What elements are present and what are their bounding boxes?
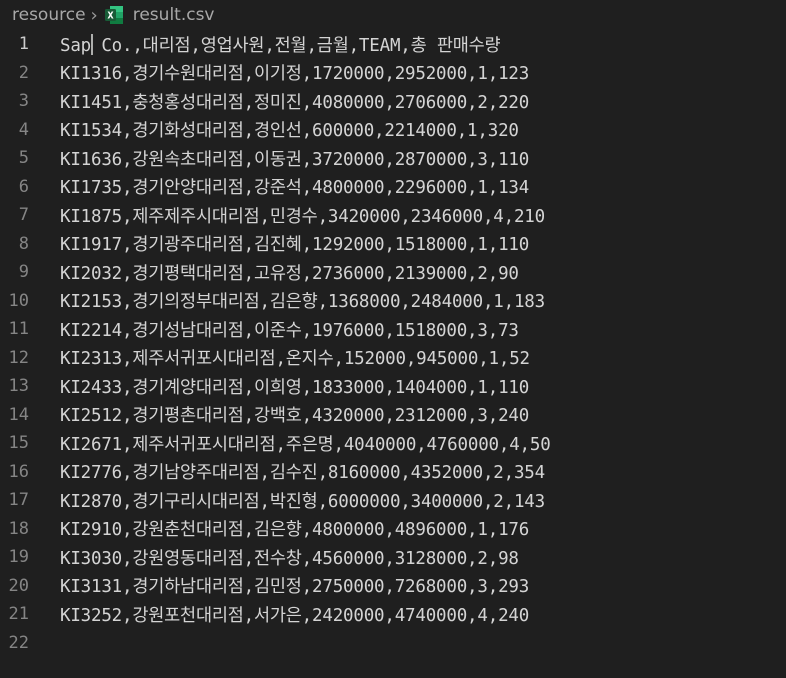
editor-line[interactable]: 19 KI3030,강원영동대리점,전수창,4560000,3128000,2,9…: [0, 543, 786, 572]
line-text[interactable]: KI3252,강원포천대리점,서가은,2420000,4740000,4,240: [60, 602, 529, 627]
editor-line[interactable]: 5 KI1636,강원속초대리점,이동권,3720000,2870000,3,11…: [0, 144, 786, 173]
line-number: 10: [8, 290, 29, 311]
editor-line[interactable]: 8 KI1917,경기광주대리점,김진혜,1292000,1518000,1,11…: [0, 230, 786, 259]
line-number: 15: [8, 433, 29, 454]
line-text[interactable]: KI1917,경기광주대리점,김진혜,1292000,1518000,1,110: [60, 231, 529, 256]
line-text[interactable]: KI2776,경기남양주대리점,김수진,8160000,4352000,2,35…: [60, 459, 545, 484]
editor-line[interactable]: 22: [0, 629, 786, 658]
line-text[interactable]: KI2671,제주서귀포시대리점,주은명,4040000,4760000,4,5…: [60, 431, 551, 456]
line-number: 1: [18, 34, 29, 55]
line-text[interactable]: KI1636,강원속초대리점,이동권,3720000,2870000,3,110: [60, 146, 529, 171]
line-number: 16: [8, 461, 29, 482]
line-text[interactable]: KI2910,강원춘천대리점,김은향,4800000,4896000,1,176: [60, 516, 529, 541]
editor-line[interactable]: 11 KI2214,경기성남대리점,이준수,1976000,1518000,3,7…: [0, 315, 786, 344]
line-text[interactable]: KI1735,경기안양대리점,강준석,4800000,2296000,1,134: [60, 174, 529, 199]
line-text[interactable]: KI2032,경기평택대리점,고유정,2736000,2139000,2,90: [60, 260, 519, 285]
line-text[interactable]: KI2512,경기평촌대리점,강백호,4320000,2312000,3,240: [60, 402, 529, 427]
editor-line[interactable]: 18 KI2910,강원춘천대리점,김은향,4800000,4896000,1,1…: [0, 515, 786, 544]
line-text[interactable]: KI2313,제주서귀포시대리점,온지수,152000,945000,1,52: [60, 345, 530, 370]
breadcrumb-file[interactable]: result.csv: [133, 5, 215, 25]
line-number: 11: [8, 319, 29, 340]
line-text[interactable]: KI1316,경기수원대리점,이기정,1720000,2952000,1,123: [60, 60, 529, 85]
line-text[interactable]: KI3131,경기하남대리점,김민정,2750000,7268000,3,293: [60, 573, 529, 598]
line-number: 14: [8, 404, 29, 425]
line-number: 8: [18, 233, 29, 254]
editor-line[interactable]: 1 Sap Co.,대리점,영업사원,전월,금월,TEAM,총 판매수량: [0, 30, 786, 59]
line-number: 5: [18, 148, 29, 169]
line-text[interactable]: KI2153,경기의정부대리점,김은향,1368000,2484000,1,18…: [60, 288, 545, 313]
editor-line[interactable]: 10 KI2153,경기의정부대리점,김은향,1368000,2484000,1,…: [0, 287, 786, 316]
editor-line[interactable]: 3 KI1451,충청홍성대리점,정미진,4080000,2706000,2,22…: [0, 87, 786, 116]
line-number: 22: [8, 632, 29, 653]
line-text[interactable]: KI1534,경기화성대리점,경인선,600000,2214000,1,320: [60, 117, 519, 142]
editor-line[interactable]: 14 KI2512,경기평촌대리점,강백호,4320000,2312000,3,2…: [0, 401, 786, 430]
editor-line[interactable]: 17 KI2870,경기구리시대리점,박진형,6000000,3400000,2,…: [0, 486, 786, 515]
editor-line[interactable]: 7 KI1875,제주제주시대리점,민경수,3420000,2346000,4,2…: [0, 201, 786, 230]
line-number: 21: [8, 604, 29, 625]
editor-line[interactable]: 15 KI2671,제주서귀포시대리점,주은명,4040000,4760000,4…: [0, 429, 786, 458]
line-number: 6: [18, 176, 29, 197]
editor-line[interactable]: 13 KI2433,경기계양대리점,이희영,1833000,1404000,1,1…: [0, 372, 786, 401]
line-number: 4: [18, 119, 29, 140]
line-text[interactable]: Sap Co.,대리점,영업사원,전월,금월,TEAM,총 판매수량: [60, 32, 501, 57]
line-number: 17: [8, 490, 29, 511]
line-number: 9: [18, 262, 29, 283]
breadcrumb-folder[interactable]: resource: [12, 5, 86, 25]
line-number: 19: [8, 547, 29, 568]
editor-line[interactable]: 2 KI1316,경기수원대리점,이기정,1720000,2952000,1,12…: [0, 59, 786, 88]
line-number: 12: [8, 347, 29, 368]
line-text[interactable]: KI1451,충청홍성대리점,정미진,4080000,2706000,2,220: [60, 89, 529, 114]
line-number: 20: [8, 575, 29, 596]
line-text[interactable]: KI1875,제주제주시대리점,민경수,3420000,2346000,4,21…: [60, 203, 545, 228]
editor-line[interactable]: 16 KI2776,경기남양주대리점,김수진,8160000,4352000,2,…: [0, 458, 786, 487]
chevron-right-icon: ›: [90, 4, 98, 26]
line-text[interactable]: KI3030,강원영동대리점,전수창,4560000,3128000,2,98: [60, 545, 519, 570]
editor-line[interactable]: 4 KI1534,경기화성대리점,경인선,600000,2214000,1,320: [0, 116, 786, 145]
editor-line[interactable]: 20 KI3131,경기하남대리점,김민정,2750000,7268000,3,2…: [0, 572, 786, 601]
line-text[interactable]: KI2870,경기구리시대리점,박진형,6000000,3400000,2,14…: [60, 488, 545, 513]
editor-line[interactable]: 21 KI3252,강원포천대리점,서가은,2420000,4740000,4,2…: [0, 600, 786, 629]
editor-line[interactable]: 9 KI2032,경기평택대리점,고유정,2736000,2139000,2,90: [0, 258, 786, 287]
line-number: 2: [18, 62, 29, 83]
line-number: 7: [18, 205, 29, 226]
editor-line[interactable]: 6 KI1735,경기안양대리점,강준석,4800000,2296000,1,13…: [0, 173, 786, 202]
breadcrumb: resource › result.csv: [0, 0, 786, 30]
text-cursor: [91, 34, 93, 55]
code-editor[interactable]: 1 Sap Co.,대리점,영업사원,전월,금월,TEAM,총 판매수량 2 KI13…: [0, 30, 786, 657]
excel-file-icon: [104, 5, 124, 25]
line-number: 13: [8, 376, 29, 397]
line-text[interactable]: KI2433,경기계양대리점,이희영,1833000,1404000,1,110: [60, 374, 529, 399]
line-number: 18: [8, 518, 29, 539]
line-text[interactable]: KI2214,경기성남대리점,이준수,1976000,1518000,3,73: [60, 317, 519, 342]
editor-line[interactable]: 12 KI2313,제주서귀포시대리점,온지수,152000,945000,1,5…: [0, 344, 786, 373]
line-number: 3: [18, 91, 29, 112]
